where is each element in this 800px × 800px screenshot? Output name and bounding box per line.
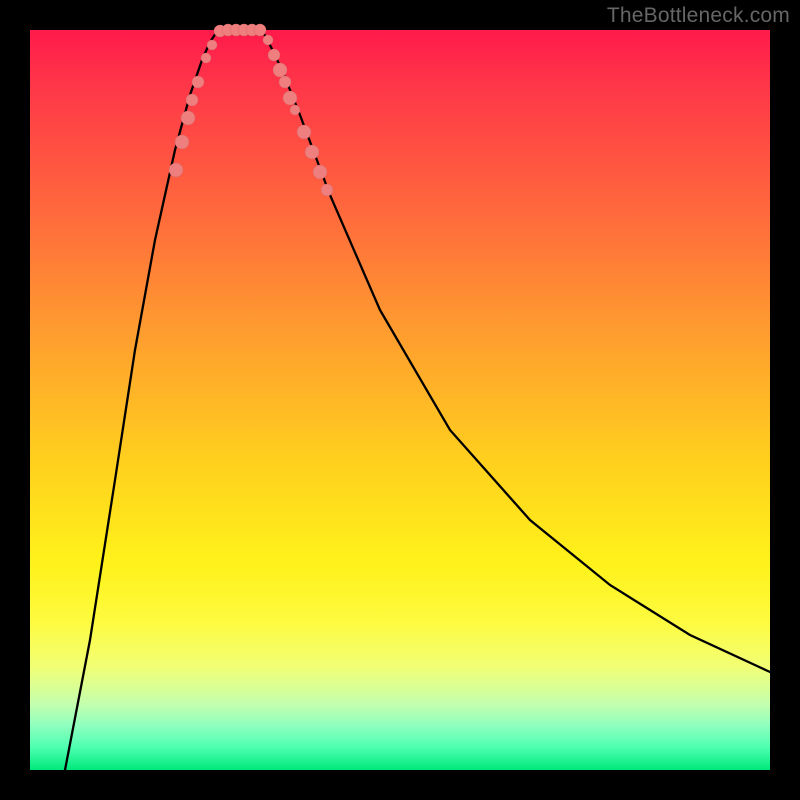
curve-marker: [313, 165, 327, 179]
curve-marker: [290, 105, 300, 115]
curve-marker: [305, 145, 319, 159]
watermark-text: TheBottleneck.com: [607, 4, 790, 28]
bottleneck-curve-path: [65, 30, 770, 770]
curve-marker: [283, 91, 297, 105]
curve-marker: [297, 125, 311, 139]
curve-marker: [268, 49, 280, 61]
curve-marker: [254, 24, 266, 36]
curve-marker: [186, 94, 198, 106]
curve-marker: [207, 40, 217, 50]
curve-marker: [192, 76, 204, 88]
bottleneck-curve-svg: [30, 30, 770, 770]
curve-marker: [279, 76, 291, 88]
curve-marker: [175, 135, 189, 149]
chart-plot-area: [30, 30, 770, 770]
curve-marker: [201, 53, 211, 63]
curve-marker: [321, 184, 333, 196]
curve-markers-group: [169, 24, 333, 196]
curve-marker: [273, 63, 287, 77]
curve-marker: [169, 163, 183, 177]
curve-marker: [263, 35, 273, 45]
curve-marker: [181, 111, 195, 125]
